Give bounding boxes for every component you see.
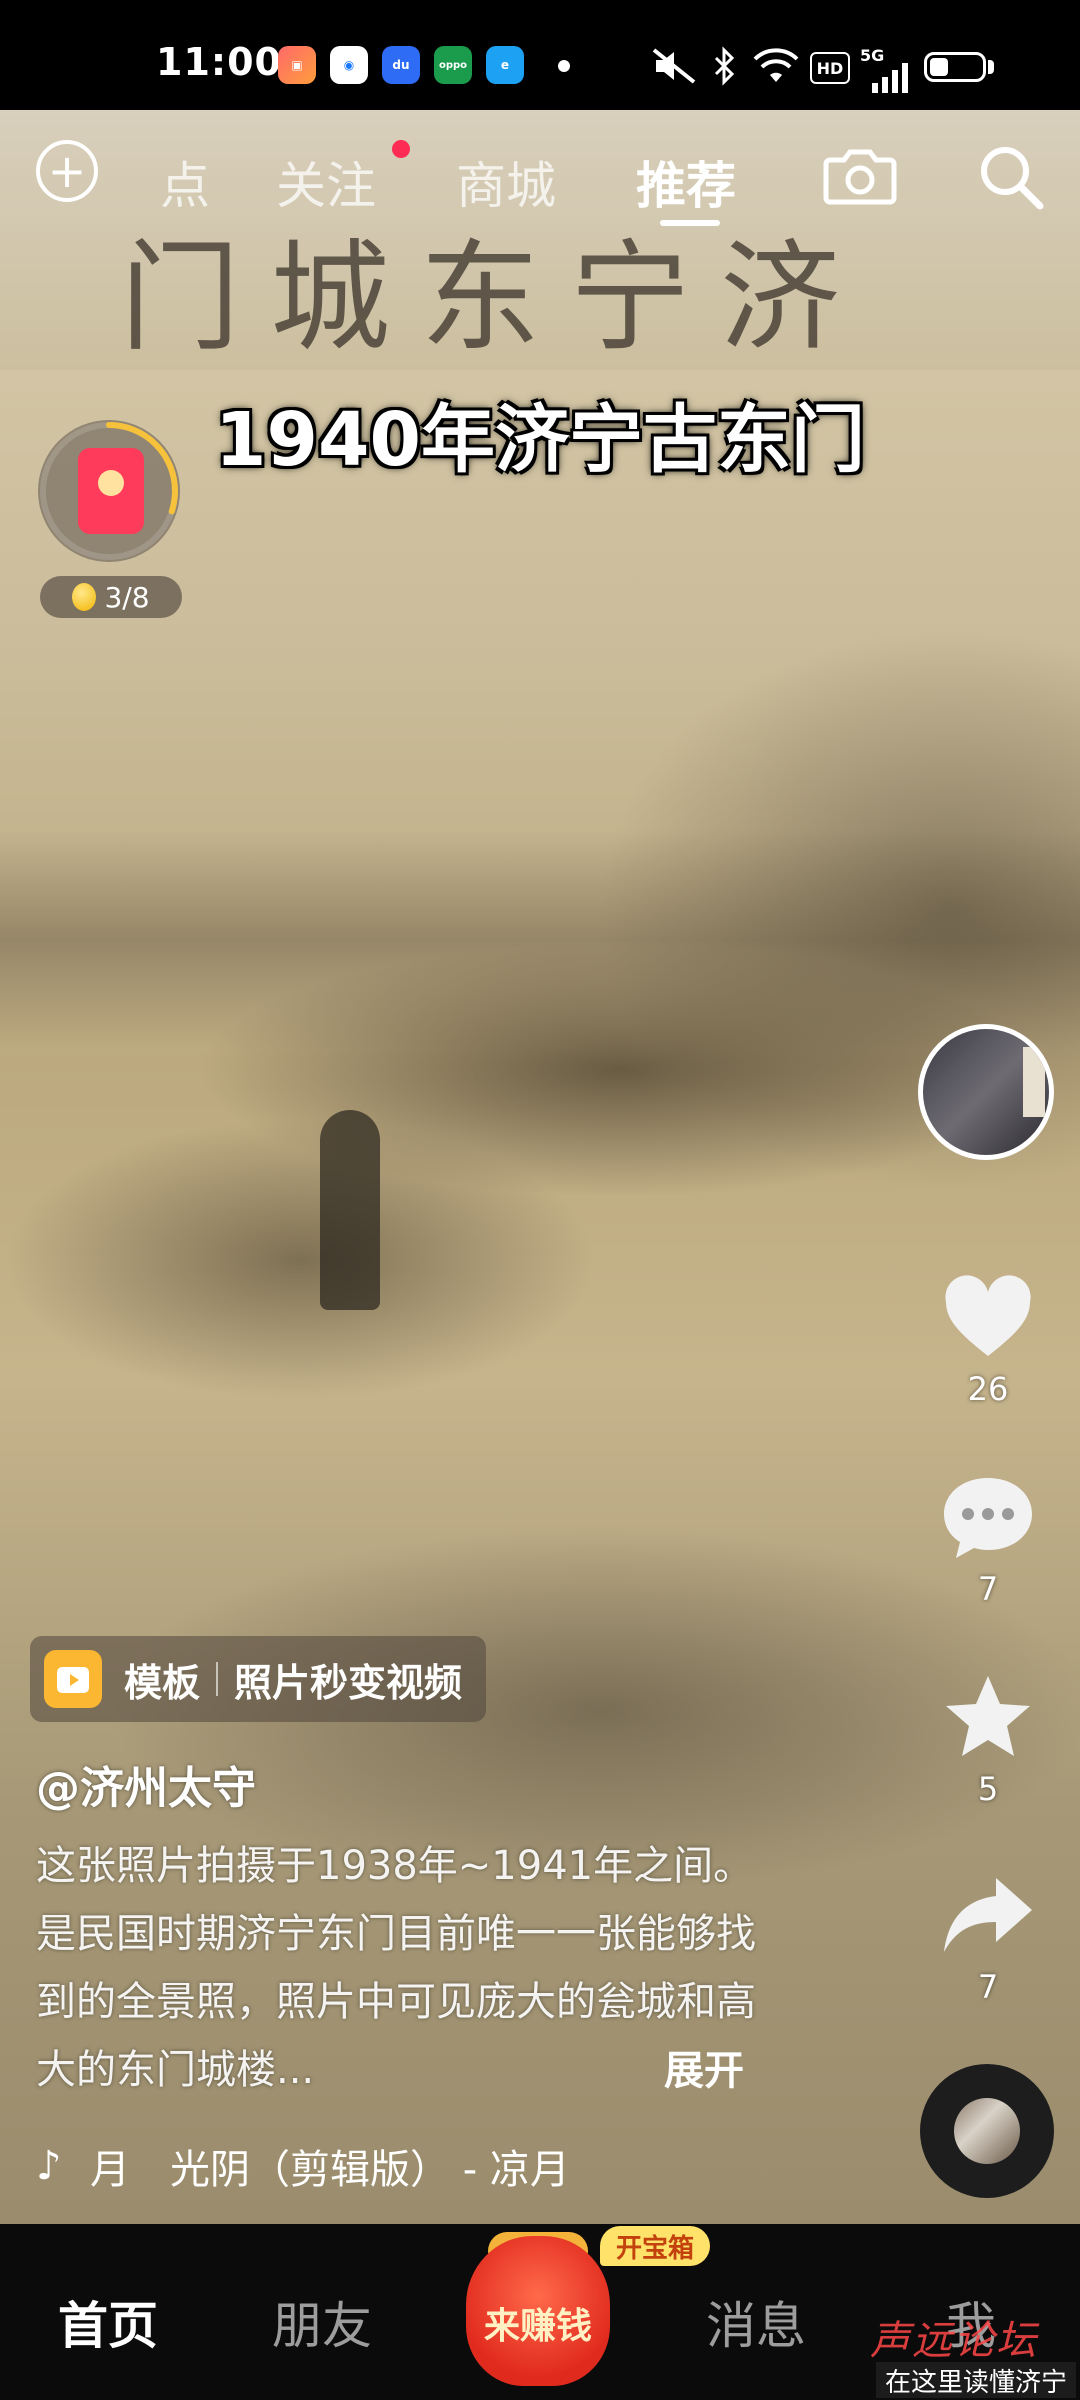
avatar-sign bbox=[1023, 1047, 1045, 1117]
camera-icon[interactable] bbox=[822, 144, 898, 208]
follow-notification-dot bbox=[392, 140, 410, 158]
watermark-brand: 声远论坛 bbox=[870, 2318, 1038, 2364]
signal-icon bbox=[872, 63, 908, 93]
tab-mall[interactable]: 商城 bbox=[456, 146, 556, 218]
browser-app-icon: ◉ bbox=[330, 46, 368, 84]
mute-icon bbox=[652, 48, 696, 84]
search-icon[interactable] bbox=[976, 142, 1046, 212]
nav-home[interactable]: 首页 bbox=[58, 2286, 158, 2358]
edge-app-icon: e bbox=[486, 46, 524, 84]
template-text: 照片秒变视频 bbox=[234, 1660, 463, 1705]
photo-app-icon: ▣ bbox=[278, 46, 316, 84]
coin-counter: 3/8 bbox=[40, 576, 182, 618]
oppo-app-icon: oppo bbox=[434, 46, 472, 84]
video-caption: 这张照片拍摄于1938年~1941年之间。是民国时期济宁东门目前唯一一张能够找到… bbox=[36, 1843, 756, 2093]
like-count: 26 bbox=[967, 1370, 1009, 1408]
comment-count: 7 bbox=[977, 1570, 999, 1608]
treasure-box-tag[interactable]: 开宝箱 bbox=[600, 2226, 710, 2266]
gate-inscription: 门城东宁济 bbox=[120, 229, 870, 368]
earn-label: 来赚钱 bbox=[483, 2306, 592, 2347]
hd-badge: HD bbox=[810, 52, 850, 84]
add-button[interactable]: + bbox=[36, 140, 98, 202]
photo-figure bbox=[320, 1110, 380, 1310]
author-name[interactable]: @济州太守 bbox=[36, 1752, 256, 1816]
plus-icon: + bbox=[47, 144, 87, 198]
battery-icon bbox=[924, 52, 986, 82]
music-cover bbox=[954, 2098, 1020, 2164]
tab-follow[interactable]: 关注 bbox=[276, 146, 376, 218]
like-heart-icon[interactable] bbox=[940, 1270, 1036, 1366]
photo-wall-shade bbox=[0, 830, 1080, 1050]
share-icon[interactable] bbox=[940, 1868, 1036, 1964]
red-envelope-seal bbox=[98, 470, 124, 496]
bluetooth-icon bbox=[714, 46, 735, 86]
wifi-icon bbox=[753, 48, 799, 82]
music-disc[interactable] bbox=[920, 2064, 1054, 2198]
favorite-count: 5 bbox=[977, 1770, 999, 1808]
tab-recommend[interactable]: 推荐 bbox=[636, 146, 736, 218]
template-chip[interactable]: 模板 照片秒变视频 bbox=[30, 1636, 486, 1722]
more-notifications-dot bbox=[558, 60, 570, 72]
watermark-slogan: 在这里读懂济宁 bbox=[876, 2362, 1076, 2398]
music-note-icon: ♪ bbox=[36, 2143, 62, 2189]
baidu-app-icon: du bbox=[382, 46, 420, 84]
coin-count: 3/8 bbox=[104, 580, 150, 614]
nav-friends[interactable]: 朋友 bbox=[272, 2286, 372, 2358]
author-avatar[interactable] bbox=[918, 1024, 1054, 1160]
music-title: 月 光阴（剪辑版） - 凉月 bbox=[90, 2147, 570, 2193]
nav-messages[interactable]: 消息 bbox=[706, 2286, 806, 2358]
battery-tip bbox=[988, 60, 994, 74]
share-count: 7 bbox=[977, 1968, 999, 2006]
favorite-star-icon[interactable] bbox=[940, 1670, 1036, 1766]
expand-button[interactable]: 展开 bbox=[664, 2038, 744, 2096]
tab-nearby[interactable]: 点 bbox=[160, 146, 210, 218]
comment-icon[interactable] bbox=[940, 1470, 1036, 1566]
earn-money-button[interactable]: 来赚钱 bbox=[466, 2236, 610, 2386]
music-info[interactable]: ♪ 月 光阴（剪辑版） - 凉月 bbox=[36, 2138, 576, 2194]
active-tab-indicator bbox=[660, 220, 720, 226]
template-label: 模板 bbox=[124, 1660, 201, 1705]
template-separator bbox=[216, 1662, 219, 1696]
gold-egg-icon bbox=[72, 583, 97, 611]
battery-level bbox=[930, 58, 948, 76]
template-icon bbox=[44, 1650, 102, 1708]
status-time: 11:00 bbox=[156, 40, 282, 84]
